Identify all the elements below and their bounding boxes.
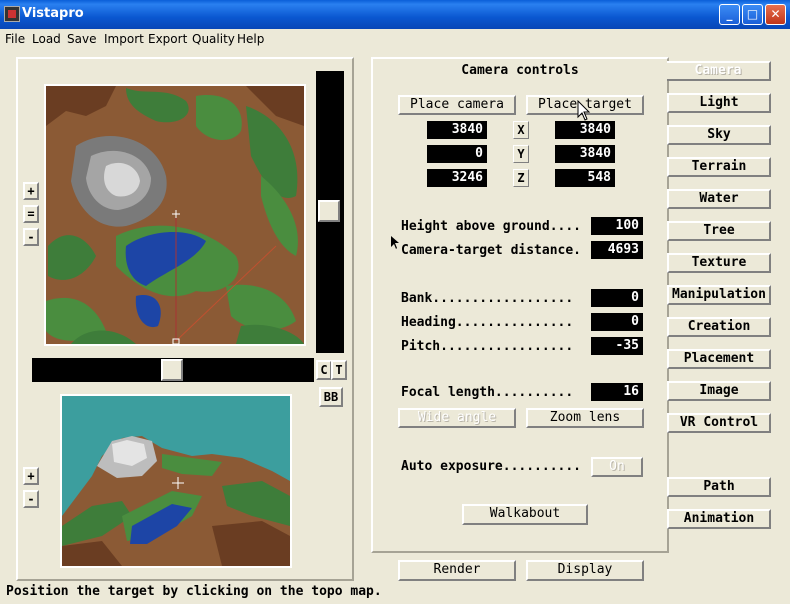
heading-label: Heading...............	[401, 315, 574, 330]
tab-texture[interactable]: Texture	[667, 253, 771, 273]
map-reset-button[interactable]: =	[23, 205, 39, 223]
panel-title: Camera controls	[461, 63, 579, 78]
pointer-arrow-icon	[391, 236, 399, 249]
topo-map-image	[46, 86, 304, 345]
distance-label: Camera-target distance.	[401, 243, 582, 258]
target-x-field[interactable]: 3840	[555, 121, 615, 139]
height-label: Height above ground....	[401, 219, 582, 234]
menu-file[interactable]: File	[5, 29, 25, 49]
map-zoom-in-button[interactable]: +	[23, 182, 39, 200]
menu-load[interactable]: Load	[32, 29, 61, 49]
heading-field[interactable]: 0	[591, 313, 643, 331]
walkabout-button[interactable]: Walkabout	[462, 504, 588, 525]
minimize-button[interactable]: _	[719, 4, 740, 25]
terrain-preview-image	[62, 396, 290, 566]
pitch-field[interactable]: -35	[591, 337, 643, 355]
view-zoom-in-button[interactable]: +	[23, 467, 39, 485]
tab-terrain[interactable]: Terrain	[667, 157, 771, 177]
view-zoom-out-button[interactable]: -	[23, 490, 39, 508]
mouse-cursor-icon	[577, 100, 591, 121]
axis-y-button[interactable]: Y	[513, 145, 529, 163]
axis-z-button[interactable]: Z	[513, 169, 529, 187]
tab-vr-control[interactable]: VR Control	[667, 413, 771, 433]
tab-light[interactable]: Light	[667, 93, 771, 113]
bb-button[interactable]: BB	[319, 387, 343, 407]
place-camera-button[interactable]: Place camera	[398, 95, 516, 115]
camera-y-field[interactable]: 0	[427, 145, 487, 163]
auto-exposure-label: Auto exposure..........	[401, 459, 582, 474]
maximize-button[interactable]: □	[742, 4, 763, 25]
target-y-field[interactable]: 3840	[555, 145, 615, 163]
menu-import[interactable]: Import	[104, 29, 144, 49]
display-button[interactable]: Display	[526, 560, 644, 581]
status-bar: Position the target by clicking on the t…	[6, 584, 382, 599]
tab-creation[interactable]: Creation	[667, 317, 771, 337]
close-button[interactable]: ✕	[765, 4, 786, 25]
target-z-field[interactable]: 548	[555, 169, 615, 187]
menu-save[interactable]: Save	[67, 29, 96, 49]
menu-export[interactable]: Export	[148, 29, 187, 49]
wide-angle-button[interactable]: Wide angle	[398, 408, 516, 428]
tab-water[interactable]: Water	[667, 189, 771, 209]
menu-quality[interactable]: Quality	[192, 29, 235, 49]
map-zoom-out-button[interactable]: -	[23, 228, 39, 246]
bank-label: Bank..................	[401, 291, 574, 306]
tab-camera[interactable]: Camera	[667, 61, 771, 81]
distance-field[interactable]: 4693	[591, 241, 643, 259]
tab-image[interactable]: Image	[667, 381, 771, 401]
tab-sky[interactable]: Sky	[667, 125, 771, 145]
pitch-label: Pitch.................	[401, 339, 574, 354]
vertical-slider-thumb[interactable]	[318, 200, 340, 222]
render-button[interactable]: Render	[398, 560, 516, 581]
menu-help[interactable]: Help	[237, 29, 264, 49]
tab-path[interactable]: Path	[667, 477, 771, 497]
auto-exposure-toggle[interactable]: On	[591, 457, 643, 477]
tab-placement[interactable]: Placement	[667, 349, 771, 369]
axis-x-button[interactable]: X	[513, 121, 529, 139]
window-title: Vistapro	[22, 6, 84, 21]
camera-z-field[interactable]: 3246	[427, 169, 487, 187]
tab-tree[interactable]: Tree	[667, 221, 771, 241]
camera-x-field[interactable]: 3840	[427, 121, 487, 139]
title-bar	[0, 0, 790, 29]
t-button[interactable]: T	[331, 360, 347, 380]
bank-field[interactable]: 0	[591, 289, 643, 307]
focal-length-label: Focal length..........	[401, 385, 574, 400]
focal-length-field[interactable]: 16	[591, 383, 643, 401]
app-icon[interactable]	[4, 6, 20, 22]
preview-view[interactable]	[60, 394, 292, 568]
zoom-lens-button[interactable]: Zoom lens	[526, 408, 644, 428]
height-field[interactable]: 100	[591, 217, 643, 235]
tab-manipulation[interactable]: Manipulation	[667, 285, 771, 305]
c-button[interactable]: C	[316, 360, 332, 380]
horizontal-slider-thumb[interactable]	[161, 359, 183, 381]
topo-map[interactable]	[44, 84, 306, 346]
tab-animation[interactable]: Animation	[667, 509, 771, 529]
